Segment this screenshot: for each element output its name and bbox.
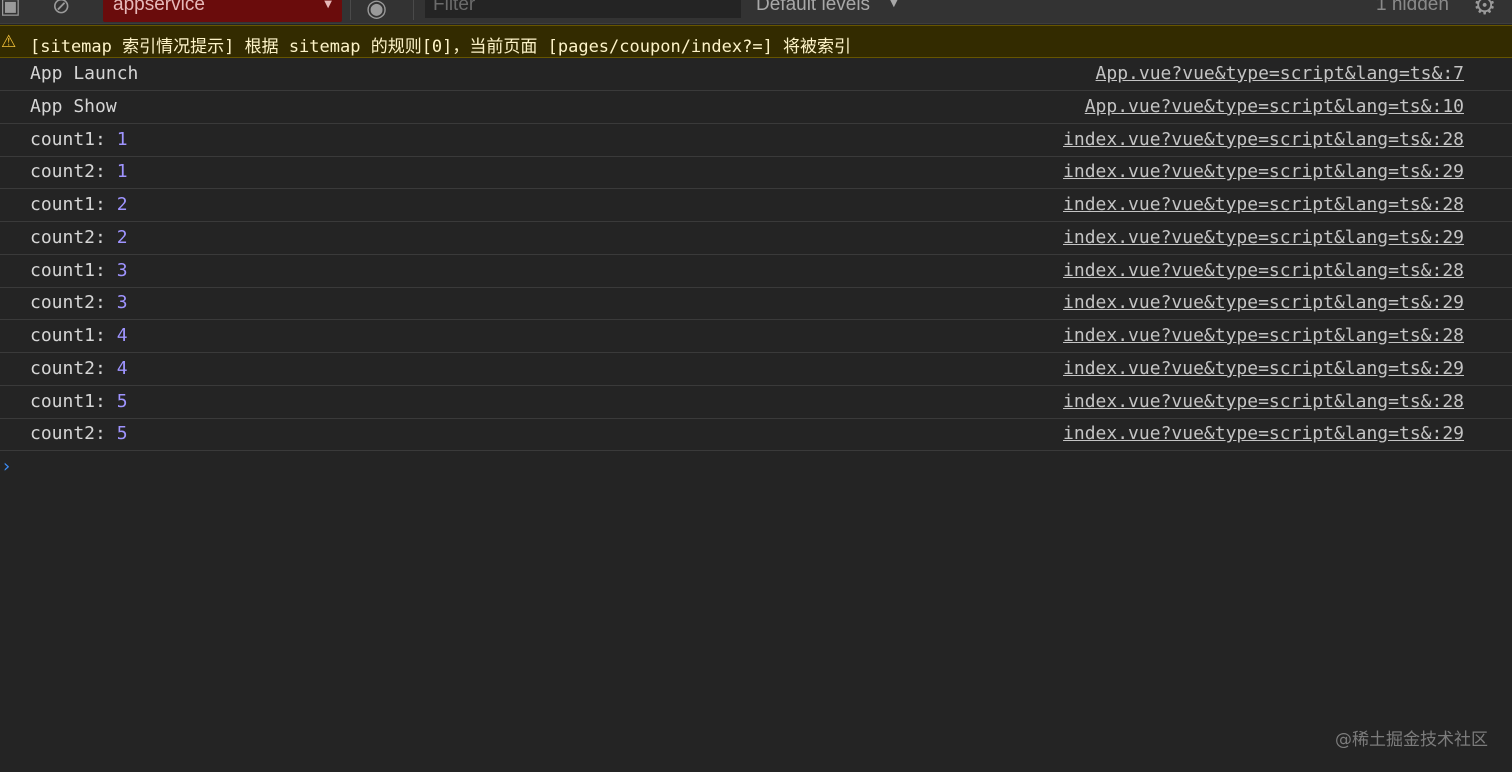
chevron-down-icon: ▼ [890,0,898,9]
source-link[interactable]: index.vue?vue&type=script&lang=ts&:29 [1063,423,1464,444]
log-row: count2: 3 index.vue?vue&type=script&lang=… [0,287,1512,321]
console-toolbar: ▣ ⊘ appservice ▼ ◉ Filter Default levels… [0,0,1512,24]
log-row: count2: 2 index.vue?vue&type=script&lang=… [0,222,1512,255]
log-value: 1 [116,128,128,150]
log-message: count1: 1 [30,129,128,150]
warning-text: [sitemap 索引情况提示] 根据 sitemap 的规则[0]，当前页面 … [30,37,852,57]
log-message: count2: 4 [30,358,128,379]
sidebar-toggle-icon[interactable]: ▣ [0,0,21,19]
log-text: count2: [30,226,106,248]
log-value: 2 [116,194,128,215]
source-link[interactable]: index.vue?vue&type=script&lang=ts&:29 [1063,161,1464,182]
log-message: count1: 4 [30,325,128,346]
console-prompt-icon[interactable]: › [3,456,10,477]
log-row: count1: 3 index.vue?vue&type=script&lang=… [0,255,1512,288]
log-value: 1 [116,161,128,183]
log-value: 4 [116,325,128,346]
log-text: count1: [30,128,106,150]
log-value: 4 [116,357,128,379]
log-message: count1: 3 [30,260,128,281]
log-row: count1: 1 index.vue?vue&type=script&lang=… [0,124,1512,157]
log-row: count2: 5 index.vue?vue&type=script&lang=… [0,418,1512,452]
toolbar-divider [350,0,351,20]
log-text: App Launch [30,63,139,84]
log-value: 2 [116,226,128,248]
source-link[interactable]: index.vue?vue&type=script&lang=ts&:29 [1063,292,1464,313]
log-value: 3 [116,292,128,314]
log-row: count1: 4 index.vue?vue&type=script&lang=… [0,320,1512,353]
log-row: count1: 5 index.vue?vue&type=script&lang=… [0,386,1512,419]
log-text: count1: [30,194,106,215]
log-message: count1: 2 [30,194,128,215]
log-row: count2: 4 index.vue?vue&type=script&lang=… [0,353,1512,386]
source-link[interactable]: index.vue?vue&type=script&lang=ts&:28 [1063,391,1464,412]
source-link[interactable]: index.vue?vue&type=script&lang=ts&:29 [1063,227,1464,248]
eye-icon[interactable]: ◉ [366,0,387,22]
warning-message: ⚠ [sitemap 索引情况提示] 根据 sitemap 的规则[0]，当前页… [0,25,1512,58]
log-text: count1: [30,325,106,346]
source-link[interactable]: index.vue?vue&type=script&lang=ts&:29 [1063,358,1464,379]
source-link[interactable]: index.vue?vue&type=script&lang=ts&:28 [1063,325,1464,346]
clear-console-icon[interactable]: ⊘ [52,0,70,19]
log-row: count2: 1 index.vue?vue&type=script&lang=… [0,156,1512,190]
log-message: count2: 5 [30,423,128,444]
chevron-down-icon: ▼ [324,0,332,10]
log-value: 5 [116,423,128,445]
source-link[interactable]: App.vue?vue&type=script&lang=ts&:10 [1085,96,1464,117]
log-message: count1: 5 [30,391,128,412]
source-link[interactable]: index.vue?vue&type=script&lang=ts&:28 [1063,129,1464,150]
log-row: App Show App.vue?vue&type=script&lang=ts&… [0,91,1512,124]
log-message: App Show [30,96,117,117]
log-text: count1: [30,259,106,281]
log-text: count2: [30,292,106,314]
watermark: @稀土掘金技术社区 [1335,730,1488,750]
hidden-count: 1 hidden [1376,0,1449,15]
context-selector[interactable]: appservice ▼ [103,0,342,22]
source-link[interactable]: index.vue?vue&type=script&lang=ts&:28 [1063,260,1464,281]
log-value: 3 [116,259,128,281]
log-text: count2: [30,423,106,445]
log-message: count2: 2 [30,227,128,248]
log-message: count2: 1 [30,161,128,182]
log-levels-dropdown[interactable]: Default levels [756,0,870,16]
log-row: count1: 2 index.vue?vue&type=script&lang=… [0,189,1512,222]
log-text: count1: [30,390,106,412]
filter-placeholder: Filter [433,0,476,15]
context-label: appservice [113,0,205,15]
log-text: count2: [30,161,106,183]
log-value: 5 [116,390,128,412]
warning-icon: ⚠ [1,32,17,52]
log-message: App Launch [30,63,138,84]
log-text: count2: [30,357,106,379]
toolbar-divider [413,0,414,20]
source-link[interactable]: index.vue?vue&type=script&lang=ts&:28 [1063,194,1464,215]
filter-input[interactable]: Filter [425,0,741,18]
log-message: count2: 3 [30,292,128,313]
gear-icon[interactable]: ⚙ [1473,0,1496,21]
source-link[interactable]: App.vue?vue&type=script&lang=ts&:7 [1096,63,1464,84]
log-text: App Show [30,95,117,117]
log-row: App Launch App.vue?vue&type=script&lang=t… [0,58,1512,91]
